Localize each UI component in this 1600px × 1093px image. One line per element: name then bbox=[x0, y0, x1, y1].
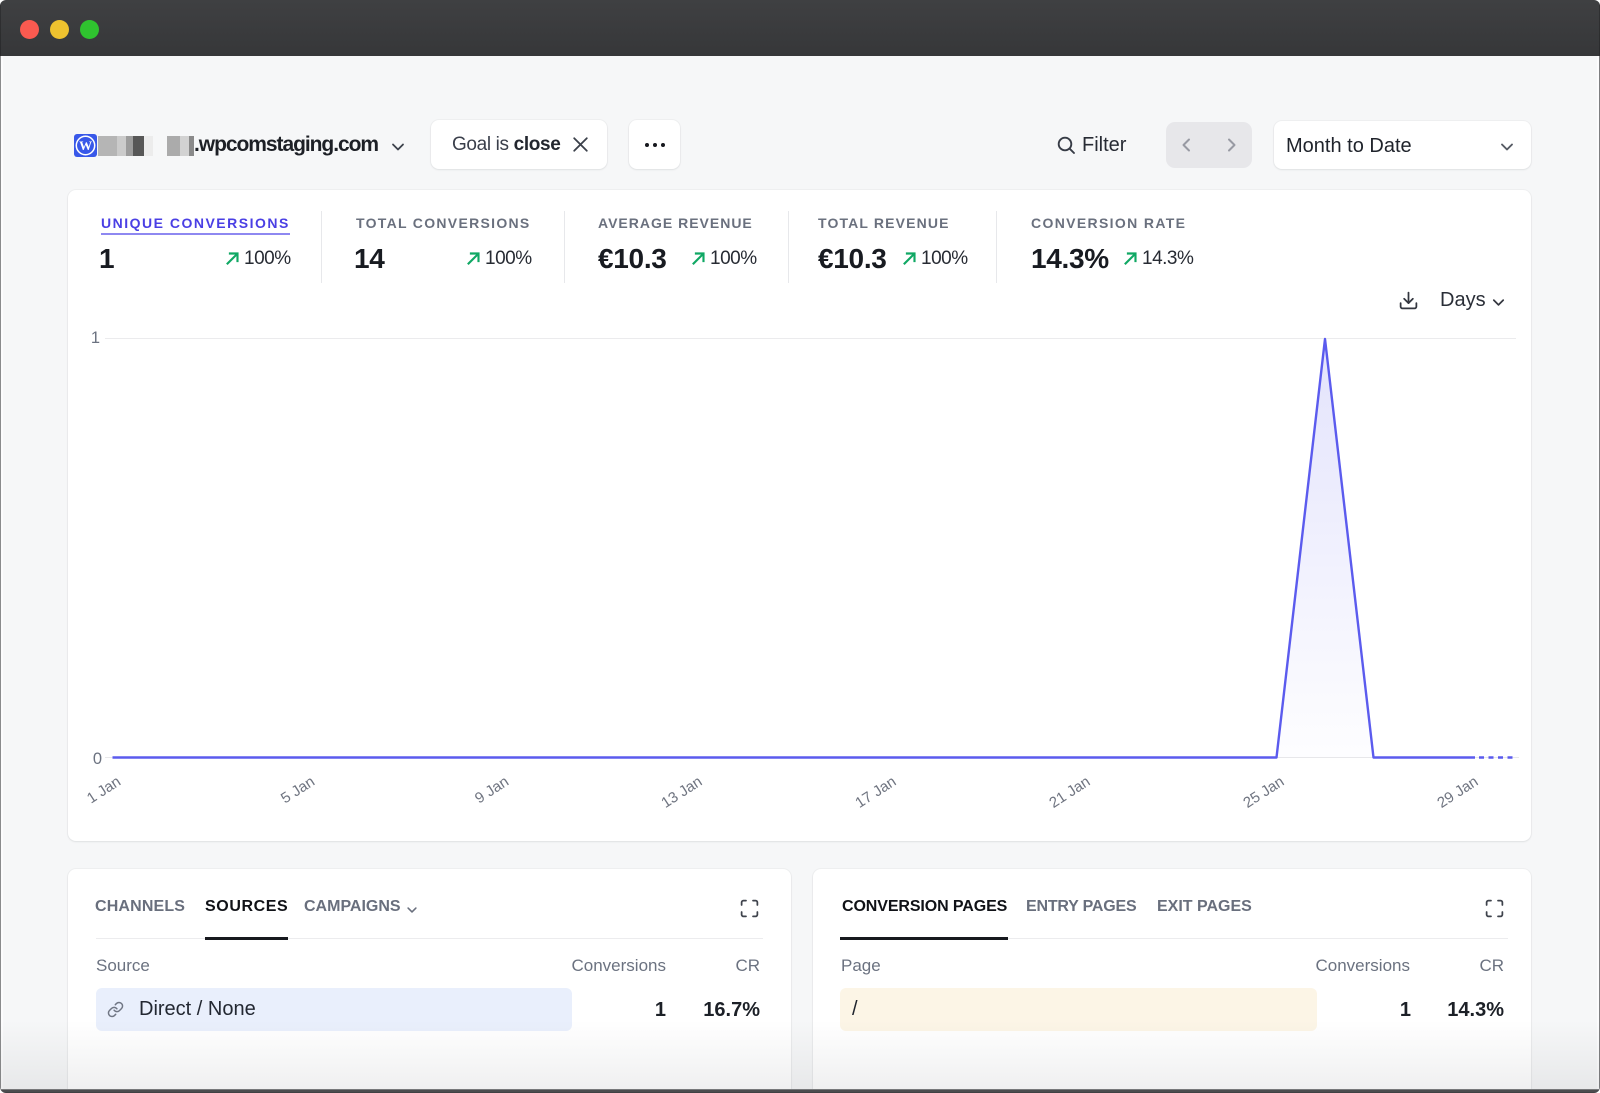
svg-text:W: W bbox=[79, 138, 92, 153]
